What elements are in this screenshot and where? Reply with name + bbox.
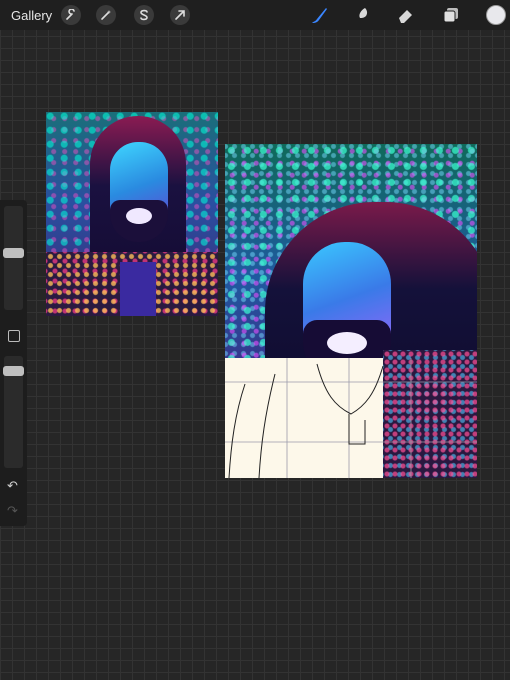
redo-icon[interactable]: ↷ [7,503,18,519]
reference-photo[interactable] [46,112,218,316]
undo-icon[interactable]: ↶ [7,478,18,494]
color-picker-swatch[interactable] [486,5,506,25]
brush-icon[interactable] [308,4,330,26]
transform-arrow-icon[interactable] [170,5,190,25]
gallery-button[interactable]: Gallery [11,8,52,23]
top-toolbar: Gallery [0,0,510,30]
adjustments-wand-icon[interactable] [96,5,116,25]
opacity-handle[interactable] [3,366,24,377]
brush-sidebar: ↶ ↷ [0,200,27,526]
layers-icon[interactable] [440,4,462,26]
reference-mouth [126,208,152,224]
selection-s-icon[interactable] [134,5,154,25]
actions-wrench-icon[interactable] [61,5,81,25]
brush-size-handle[interactable] [3,248,24,259]
modify-button-icon[interactable] [8,330,20,342]
smudge-icon[interactable] [351,4,373,26]
eraser-icon[interactable] [395,4,417,26]
canvas-sketch-lines [225,358,477,478]
drawing-canvas[interactable] [225,144,477,478]
reference-shirt [120,262,156,316]
